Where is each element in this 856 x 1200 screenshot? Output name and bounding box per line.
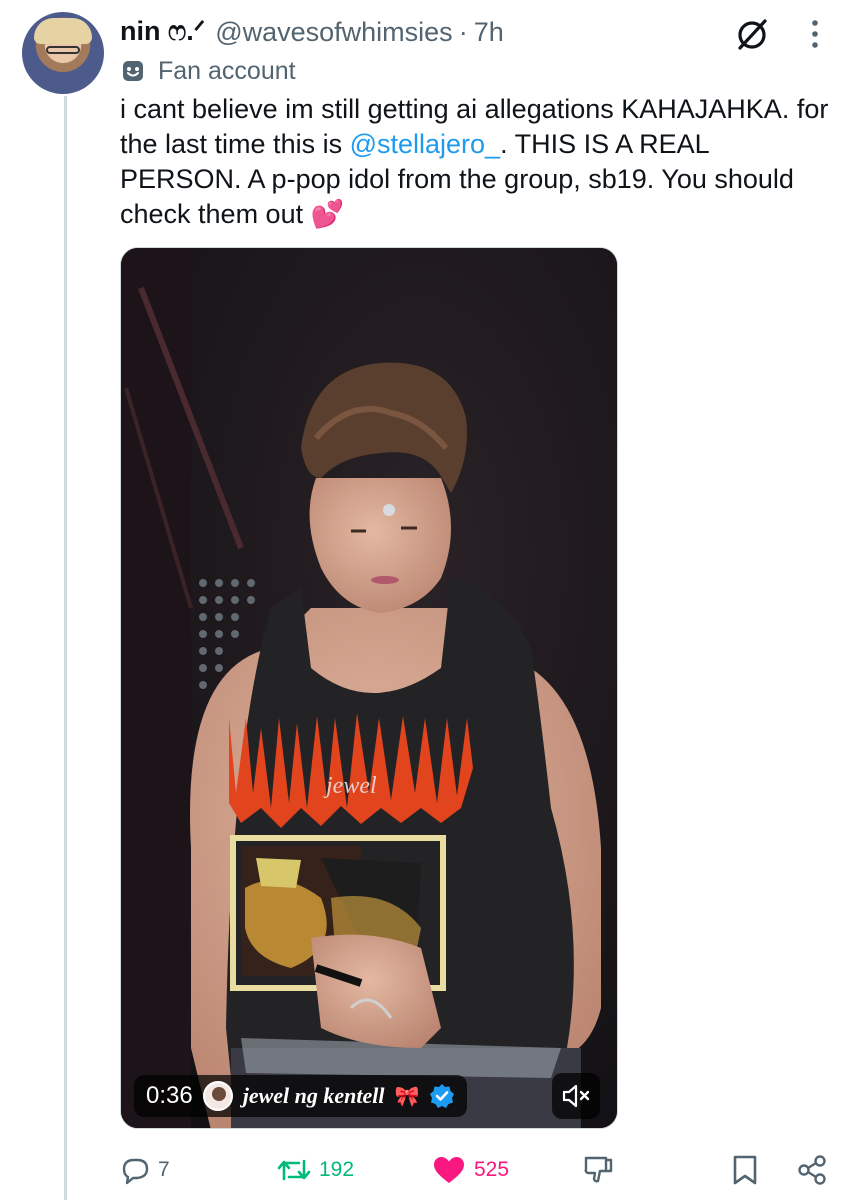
repost-count: 192 [319,1158,355,1181]
thumbs-down-icon [584,1156,613,1183]
video-player[interactable]: jewel 0:36 jewel ng kentell 🎀 [120,247,618,1129]
tweet-text: i cant believe im still getting ai alleg… [120,92,836,232]
more-options-icon[interactable] [800,14,830,54]
mute-button[interactable] [552,1073,600,1119]
like-button[interactable]: 525 [432,1150,509,1190]
grok-icon[interactable] [732,14,774,54]
dislike-button[interactable] [582,1150,614,1190]
label-text: Fan account [158,56,296,85]
fan-account-label[interactable]: Fan account [120,54,296,88]
heart-icon [434,1157,464,1183]
like-count: 525 [474,1158,510,1181]
hearts-emoji: 💕 [310,199,345,229]
share-button[interactable] [796,1150,830,1190]
share-icon [798,1155,826,1185]
repost-button[interactable]: 192 [277,1150,354,1190]
bow-emoji: 🎀 [394,1085,420,1108]
display-name[interactable]: nin ෆ.ᐟ [120,16,205,48]
tweet-header: nin ෆ.ᐟ @wavesofwhimsies · 7h [120,12,504,52]
timestamp[interactable]: 7h [474,17,504,48]
speaker-muted-icon [562,1084,590,1108]
bookmark-icon [733,1155,757,1185]
fan-account-icon [123,61,143,81]
separator-dot: · [458,16,468,47]
reply-icon [122,1158,149,1185]
uploader-avatar[interactable] [202,1081,233,1111]
watermark-text: jewel [323,773,377,799]
video-info-bar: 0:36 jewel ng kentell 🎀 [134,1075,468,1117]
action-bar: 7 192 525 [120,1150,836,1190]
bookmark-button[interactable] [730,1150,760,1190]
uploader-name[interactable]: jewel ng kentell [243,1083,385,1109]
mention-link[interactable]: @stellajero_ [350,129,500,159]
reply-count: 7 [158,1158,170,1181]
avatar[interactable] [22,12,104,94]
video-timecode: 0:36 [146,1082,193,1109]
video-frame: jewel [121,248,617,1128]
avatar-hair [34,18,92,44]
repost-icon [277,1159,311,1181]
reply-button[interactable]: 7 [120,1150,170,1190]
thread-line [64,96,67,1200]
user-handle[interactable]: @wavesofwhimsies [215,17,452,48]
avatar-glasses [46,46,80,54]
verified-badge-icon [430,1084,455,1108]
